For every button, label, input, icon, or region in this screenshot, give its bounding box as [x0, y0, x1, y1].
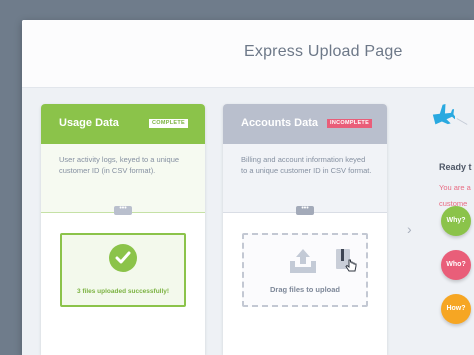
- ready-heading: Ready t: [439, 162, 472, 172]
- check-icon: [109, 244, 137, 272]
- usage-data-card-header: Usage Data COMPLETE: [41, 104, 205, 144]
- accounts-data-card-header: Accounts Data INCOMPLETE: [223, 104, 387, 144]
- drag-files-prompt: Drag files to upload: [269, 285, 340, 294]
- upload-success-message: 3 files uploaded successfully!: [76, 288, 170, 295]
- cursor-hand-icon: [345, 259, 357, 272]
- accounts-data-title: Accounts Data: [241, 117, 319, 129]
- page-title: Express Upload Page: [244, 43, 403, 60]
- usage-data-title: Usage Data: [59, 117, 119, 129]
- incomplete-status-badge: INCOMPLETE: [327, 119, 373, 128]
- usage-upload-result-zone[interactable]: 3 files uploaded successfully!: [60, 233, 186, 307]
- chevron-right-icon[interactable]: ›: [407, 221, 412, 237]
- airplane-icon: [432, 104, 455, 125]
- accounts-data-card: Accounts Data INCOMPLETE Billing and acc…: [223, 104, 387, 355]
- flight-path-line: [456, 118, 468, 125]
- accounts-file-dropzone[interactable]: Drag files to upload: [242, 233, 368, 307]
- upload-window: Express Upload Page Usage Data COMPLETE …: [22, 20, 474, 355]
- upload-icon: [290, 249, 316, 273]
- page-header: Express Upload Page: [22, 20, 474, 88]
- ready-text-line-1: You are a: [439, 183, 471, 192]
- usage-data-description: User activity logs, keyed to a unique cu…: [59, 155, 180, 175]
- who-help-button[interactable]: Who?: [441, 250, 471, 280]
- expand-grip-handle[interactable]: •••: [296, 205, 314, 215]
- accounts-data-description: Billing and account information keyed to…: [241, 155, 372, 175]
- usage-data-card: Usage Data COMPLETE User activity logs, …: [41, 104, 205, 355]
- expand-grip-handle[interactable]: •••: [114, 205, 132, 215]
- how-help-button[interactable]: How?: [441, 294, 471, 324]
- why-help-button[interactable]: Why?: [441, 206, 471, 236]
- complete-status-badge: COMPLETE: [149, 119, 188, 128]
